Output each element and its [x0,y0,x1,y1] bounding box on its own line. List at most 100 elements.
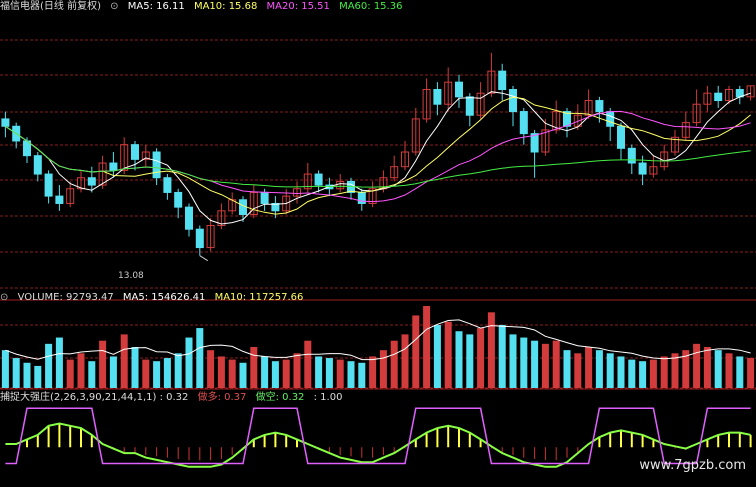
volume-bar [109,356,117,388]
volume-bar [401,334,409,388]
candle-body [519,111,528,135]
volume-bar [282,359,290,388]
volume-bar [498,324,506,388]
candle-body [627,147,636,164]
volume-bar [185,337,193,388]
volume-icon: ⊙ [0,292,9,303]
ma60-line [5,125,751,188]
volume-bar [153,361,161,388]
candle-body [130,144,140,160]
volume-bar [99,340,107,388]
volume-bar [163,358,171,388]
volume-bar [541,343,549,388]
volume-bar [23,362,31,388]
candle-body [508,89,518,113]
volume-bar [174,353,182,388]
volume-bar [347,361,355,388]
candle-body [357,191,366,204]
stock-chart-screen: 福信电器(日线 前复权) ⊙ MA5: 16.11 MA10: 15.68 MA… [0,0,756,487]
volume-bar [466,334,474,388]
low-price-label: 13.08 [118,271,144,281]
volume-bar [714,350,722,388]
volume-bar [34,365,42,388]
volume-bar [315,356,323,388]
indicator-name: 捕捉大强庄(2,26,3,90,21,44,1,1) : 0.32 [0,392,189,403]
indicator-step-line [5,407,751,465]
volume-bar [336,359,344,388]
volume-bar [77,353,85,388]
volume-bar [693,343,701,388]
volume-bar [379,350,387,388]
volume-bar [304,340,312,388]
stock-title: 福信电器(日线 前复权) [0,1,101,12]
ma60-label: MA60: 15.36 [339,1,403,12]
volume-bar [358,362,366,388]
candle-body [616,125,626,149]
volume-bar [433,324,441,388]
circle-settings-icon[interactable]: ⊙ [110,1,118,12]
volume-bar [617,356,625,388]
indicator-long-label: 做多: 0.37 [197,392,247,403]
volume-bar [131,347,139,388]
candle-body [163,177,172,193]
volume-bar [477,328,485,388]
candle-body [638,162,647,175]
volume-bar [271,361,279,388]
volume-bar [423,306,431,388]
volume-bar [747,358,755,388]
volume-bar [455,331,463,388]
volume-bar [88,361,96,388]
candle-body [595,100,604,113]
volume-bar [325,358,333,388]
volume-bar [55,337,63,388]
ma20-line [5,110,751,203]
volume-ma5-label: MA5: 154626.41 [122,292,206,303]
indicator-short-label: 做空: 0.32 [255,392,305,403]
candle-body [174,191,183,208]
volume-bar [639,361,647,388]
volume-bar [207,350,215,388]
volume-bar [293,353,301,388]
volume-bar [250,347,258,388]
candle-body [606,111,615,127]
ma20-label: MA20: 15.51 [266,1,330,12]
volume-bar [703,347,711,388]
candle-body [195,228,204,249]
price-legend: 福信电器(日线 前复权) ⊙ MA5: 16.11 MA10: 15.68 MA… [0,0,408,14]
volume-bar [563,350,571,388]
candle-body [714,92,723,102]
candle-body [498,70,507,91]
volume-bar [390,340,398,388]
candle-body [33,155,42,175]
watermark-text: www.7gpzb.com [639,458,746,473]
volume-bar [444,321,452,388]
volume-bar [736,356,744,388]
volume-bar [12,358,20,388]
candle-body [314,173,323,186]
candle-body [260,191,269,204]
candle-body [184,206,194,230]
volume-bar [412,315,420,388]
volume-bar [649,359,657,388]
volume-bar [45,343,53,388]
candle-body [530,133,539,153]
volume-bar [628,359,636,388]
volume-bar [520,337,528,388]
candle-body [44,173,53,197]
volume-bar [1,350,9,388]
volume-bar [261,356,269,388]
indicator-legend: 捕捉大强庄(2,26,3,90,21,44,1,1) : 0.32 做多: 0.… [0,391,348,405]
volume-bar [369,356,377,388]
volume-bar [574,353,582,388]
candle-body [87,177,96,186]
ma5-label: MA5: 16.11 [127,1,185,12]
volume-label: VOLUME: 92793.47 [17,292,114,303]
volume-ma5-line [5,319,751,361]
chart-canvas [0,39,756,468]
volume-bar [228,359,236,388]
volume-bar [585,347,593,388]
volume-bar [239,362,247,388]
volume-bar [531,340,539,388]
volume-ma10-label: MA10: 117257.66 [214,292,304,303]
volume-bar [725,353,733,388]
